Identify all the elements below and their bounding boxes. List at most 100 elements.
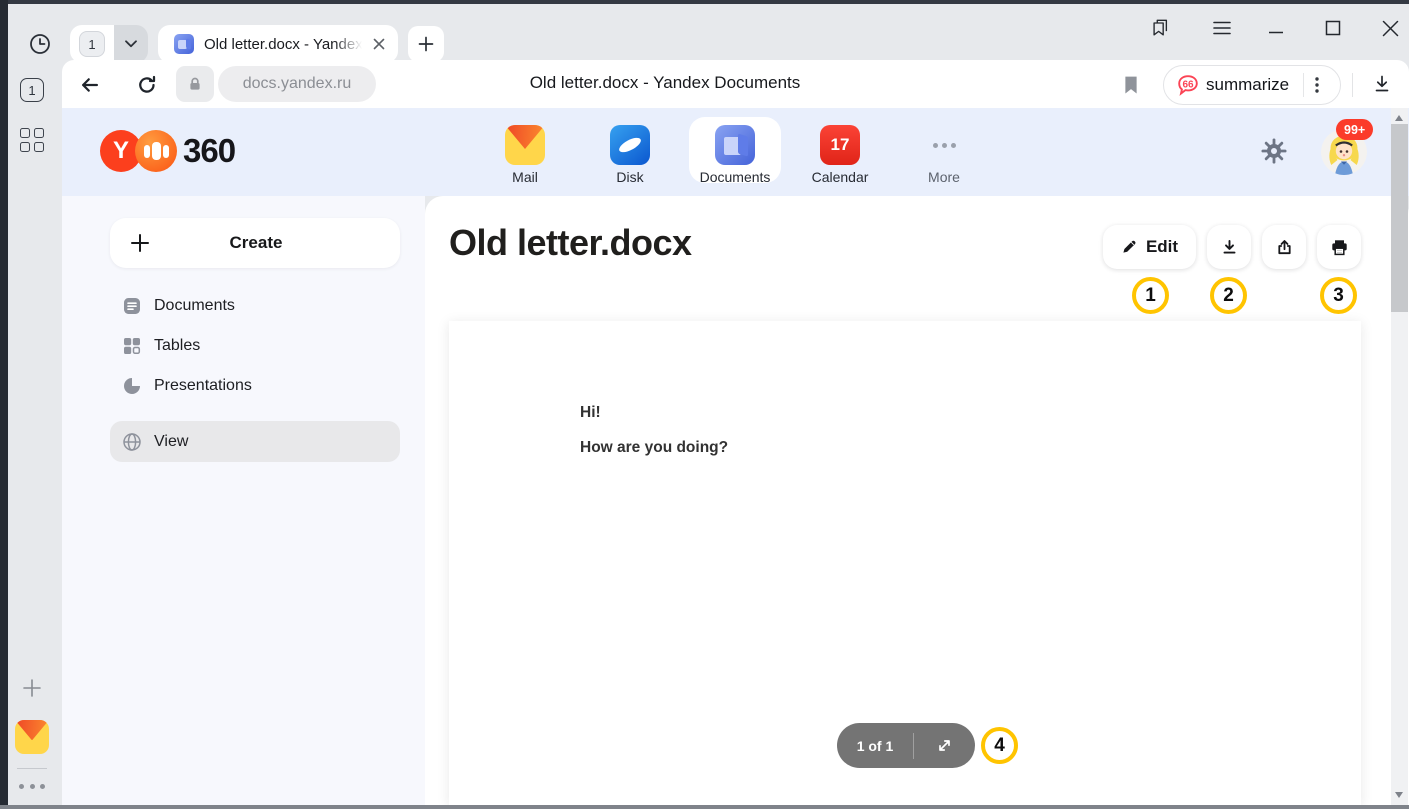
expand-icon [936, 737, 953, 754]
tab-close-icon[interactable] [372, 37, 386, 51]
nav-label: Mail [480, 169, 570, 185]
tab-favicon-documents-icon [174, 34, 194, 54]
nav-item-disk[interactable]: Disk [585, 125, 675, 185]
yandex360-logo[interactable]: Y 360 [100, 130, 235, 172]
tab-group-left: 1 [70, 25, 114, 63]
chevron-down-icon [125, 40, 137, 48]
nav-label: More [899, 169, 989, 185]
summarize-label: summarize [1206, 75, 1289, 95]
mail-icon [505, 125, 545, 165]
fullscreen-expand-button[interactable] [914, 737, 975, 754]
annotation-marker-4: 4 [981, 727, 1018, 764]
y360-orange-logo-icon [135, 130, 177, 172]
tab-group-number: 1 [79, 31, 105, 57]
quote-icon: 66 [1177, 74, 1199, 96]
download-button[interactable] [1207, 225, 1251, 269]
plus-icon [130, 233, 150, 253]
document-text-line: Hi! [580, 404, 601, 422]
new-tab-button[interactable] [408, 26, 444, 62]
minimize-icon[interactable] [1266, 18, 1286, 38]
notification-count-badge: 99+ [1336, 119, 1373, 140]
sidebar-item-view[interactable]: View [110, 421, 400, 462]
scroll-up-arrow[interactable] [1395, 115, 1403, 121]
scrollbar-thumb[interactable] [1391, 124, 1408, 312]
share-button[interactable] [1262, 225, 1306, 269]
annotation-marker-2: 2 [1210, 277, 1247, 314]
printer-icon [1331, 239, 1348, 256]
plus-icon [418, 36, 434, 52]
maximize-icon[interactable] [1323, 18, 1343, 38]
sidebar-divider [17, 768, 47, 769]
window-frame-top [0, 0, 1409, 4]
downloads-icon[interactable] [1371, 73, 1393, 95]
nav-item-calendar[interactable]: 17 Calendar [795, 125, 885, 185]
globe-icon [122, 432, 142, 452]
browser-side-panel: 1 [8, 60, 62, 805]
toolbar-divider [1352, 73, 1353, 97]
back-icon[interactable] [79, 74, 101, 96]
active-tab[interactable]: Old letter.docx - Yandex [158, 25, 398, 63]
nav-item-documents[interactable]: Documents [690, 125, 780, 185]
annotation-marker-3: 3 [1320, 277, 1357, 314]
sidebar-item-tables[interactable]: Tables [110, 327, 400, 365]
sidebar-item-presentations[interactable]: Presentations [110, 367, 400, 405]
page-count-label: 1 of 1 [837, 738, 913, 754]
presentations-pie-icon [122, 376, 142, 396]
edit-label: Edit [1146, 237, 1178, 257]
bookmark-icon[interactable] [1120, 74, 1142, 96]
close-window-icon[interactable] [1380, 18, 1400, 38]
nav-label: Documents [690, 169, 780, 185]
window-frame-left [0, 0, 8, 809]
sidebar-item-documents[interactable]: Documents [110, 287, 400, 325]
document-text-line: How are you doing? [580, 439, 728, 457]
history-clock-icon[interactable] [28, 32, 52, 61]
svg-text:66: 66 [1182, 79, 1194, 90]
reload-icon[interactable] [136, 74, 158, 96]
page-scrollbar[interactable] [1391, 108, 1408, 805]
share-icon [1276, 239, 1293, 256]
browser-menu-icon[interactable] [1212, 18, 1232, 38]
document-icon [122, 296, 142, 316]
address-url-pill[interactable]: docs.yandex.ru [218, 66, 376, 102]
sidebar-item-label: Documents [154, 297, 235, 315]
print-button[interactable] [1317, 225, 1361, 269]
sidebar-add-icon[interactable] [22, 678, 42, 703]
tab-title: Old letter.docx - Yandex [204, 36, 362, 53]
side-panel-tab-count[interactable]: 1 [20, 78, 44, 102]
create-label: Create [150, 233, 362, 253]
create-button[interactable]: Create [110, 218, 400, 268]
tab-group-expand[interactable] [114, 25, 148, 63]
pencil-icon [1121, 239, 1137, 255]
tableau-grid-icon[interactable] [20, 128, 44, 152]
tab-group-chip[interactable]: 1 [70, 25, 148, 63]
site-security-lock-icon[interactable] [176, 66, 214, 102]
more-dots-icon [924, 125, 964, 165]
collections-bookmarks-icon[interactable] [1150, 18, 1170, 38]
summarize-pill[interactable]: 66 summarize [1163, 65, 1341, 105]
disk-icon [610, 125, 650, 165]
window-frame-bottom [0, 805, 1409, 809]
address-bar-page-title: Old letter.docx - Yandex Documents [430, 73, 900, 93]
scroll-down-arrow[interactable] [1395, 792, 1403, 798]
nav-label: Calendar [795, 169, 885, 185]
nav-label: Disk [585, 169, 675, 185]
summarize-more-icon[interactable] [1304, 77, 1330, 93]
page-title: Old letter.docx [449, 222, 692, 264]
yandex-mail-shortcut-icon[interactable] [15, 720, 49, 754]
calendar-icon: 17 [820, 125, 860, 165]
sidebar-more-icon[interactable] [19, 784, 45, 789]
annotation-marker-1: 1 [1132, 277, 1169, 314]
sidebar-item-label: Presentations [154, 377, 252, 395]
nav-item-more[interactable]: More [899, 125, 989, 185]
logo-360-text: 360 [183, 132, 235, 170]
documents-icon [715, 125, 755, 165]
download-icon [1221, 239, 1238, 256]
url-text: docs.yandex.ru [243, 75, 352, 93]
tab-bar: 1 Old letter.docx - Yandex [8, 4, 1409, 60]
page-indicator-pill: 1 of 1 [837, 723, 975, 768]
edit-button[interactable]: Edit [1103, 225, 1196, 269]
settings-gear-icon[interactable] [1260, 137, 1288, 170]
sidebar-item-label: View [154, 433, 188, 451]
nav-item-mail[interactable]: Mail [480, 125, 570, 185]
sidebar-item-label: Tables [154, 337, 200, 355]
